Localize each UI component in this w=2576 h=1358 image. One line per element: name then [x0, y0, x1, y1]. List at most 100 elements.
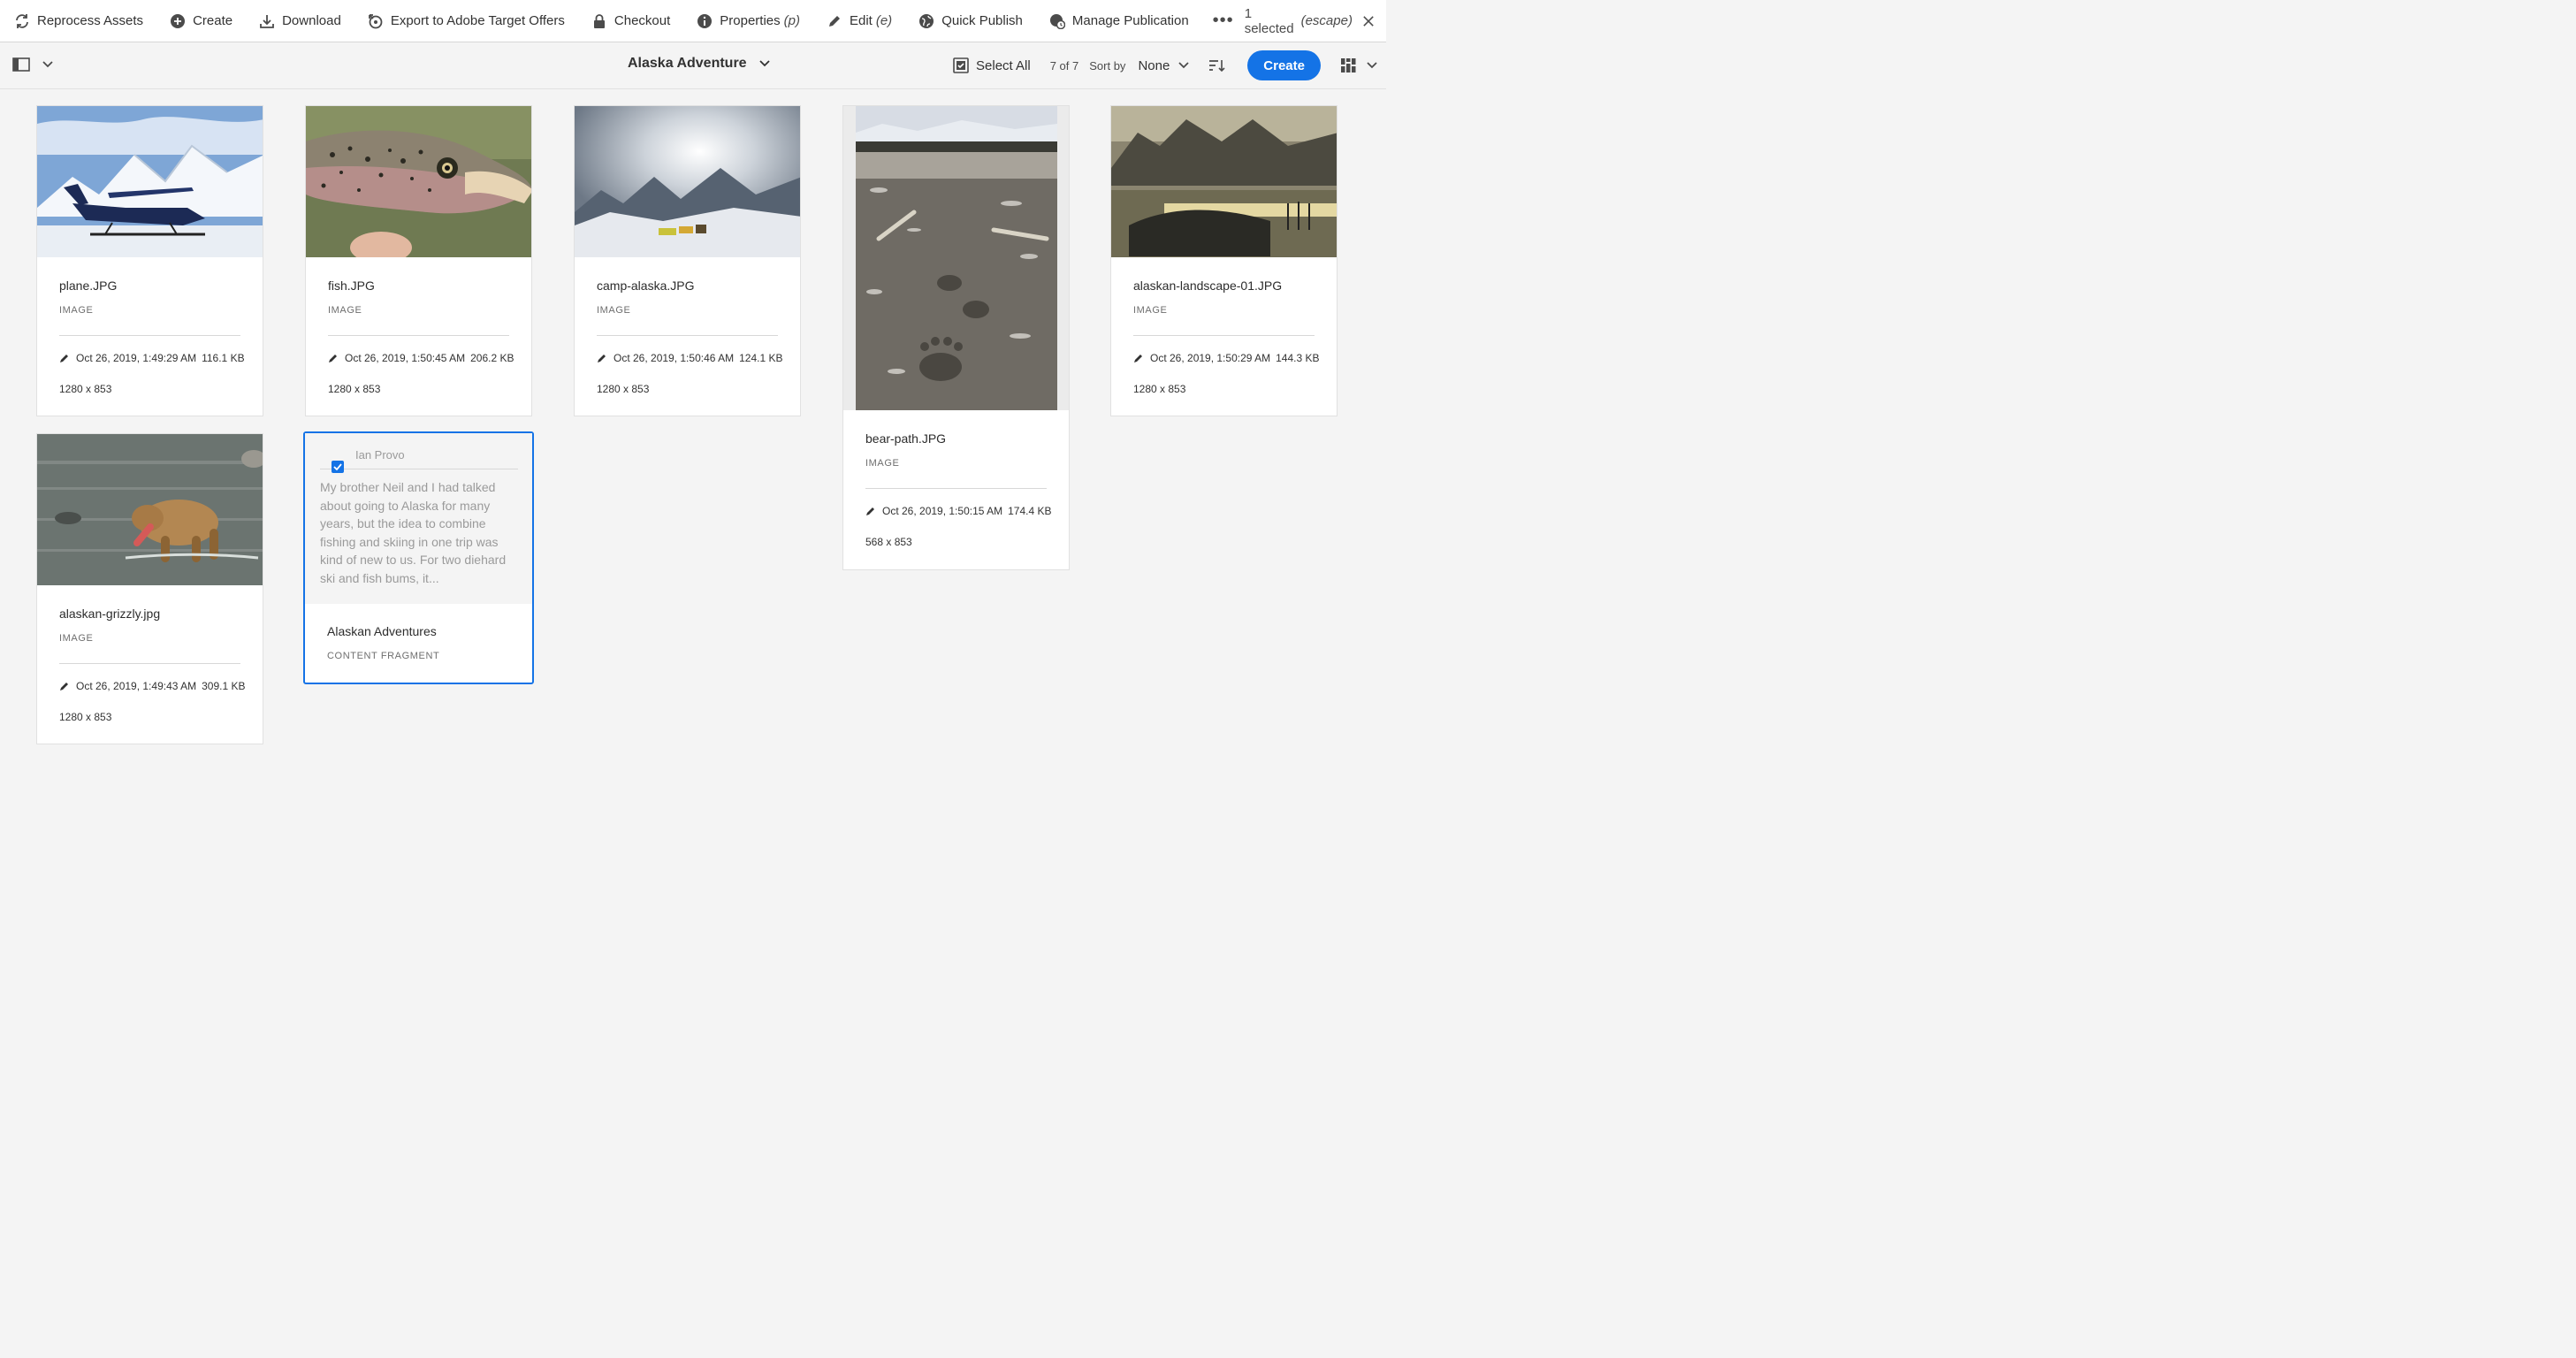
- asset-thumbnail: [37, 434, 263, 585]
- pencil-icon: [866, 507, 874, 515]
- fragment-name: Alaskan Adventures: [327, 624, 437, 638]
- quick-publish-button[interactable]: Quick Publish: [905, 0, 1036, 42]
- fish-image: [306, 106, 531, 257]
- fragment-type: CONTENT FRAGMENT: [327, 651, 440, 661]
- asset-type: IMAGE: [1133, 305, 1168, 316]
- download-icon: [260, 14, 274, 28]
- select-all-button[interactable]: Select All: [953, 57, 1031, 73]
- rail-toggle[interactable]: [12, 57, 53, 72]
- asset-meta: Oct 26, 2019, 1:50:45 AM 206.2 KB: [328, 352, 531, 364]
- download-button[interactable]: Download: [246, 0, 354, 42]
- fragment-preview-text: My brother Neil and I had talked about g…: [320, 480, 507, 585]
- create-action-label: Create: [193, 13, 233, 28]
- refresh-icon: [16, 13, 28, 28]
- asset-meta: Oct 26, 2019, 1:50:46 AM 124.1 KB: [597, 352, 800, 364]
- manage-publication-button[interactable]: Manage Publication: [1036, 0, 1202, 42]
- asset-meta: Oct 26, 2019, 1:49:29 AM 116.1 KB: [59, 352, 263, 364]
- divider: [597, 335, 778, 336]
- pencil-icon: [828, 15, 840, 27]
- fragment-preview-heading: Ian Provo: [320, 448, 518, 469]
- sort-direction-button[interactable]: [1208, 58, 1226, 72]
- asset-dimensions: 1280 x 853: [597, 383, 650, 395]
- divider: [865, 488, 1047, 489]
- item-count: 7 of 7: [1049, 58, 1079, 72]
- add-circle-icon: [171, 13, 186, 28]
- asset-info: alaskan-landscape-01.JPG IMAGE Oct 26, 2…: [1111, 278, 1337, 395]
- fragment-preview: Ian Provo My brother Neil and I had talk…: [305, 433, 532, 604]
- properties-button[interactable]: Properties (p): [683, 0, 813, 42]
- folder-title-label: Alaska Adventure: [628, 56, 747, 71]
- asset-name: camp-alaska.JPG: [597, 278, 695, 293]
- pencil-icon: [60, 355, 68, 362]
- asset-size: 309.1 KB: [202, 680, 246, 692]
- pencil-icon: [1134, 355, 1142, 362]
- asset-size: 206.2 KB: [470, 352, 514, 364]
- manage-publication-label: Manage Publication: [1071, 13, 1189, 28]
- export-target-offers-button[interactable]: Export to Adobe Target Offers: [354, 0, 578, 42]
- asset-card[interactable]: camp-alaska.JPG IMAGE Oct 26, 2019, 1:50…: [574, 105, 801, 416]
- asset-thumbnail: [1111, 106, 1337, 257]
- export-label: Export to Adobe Target Offers: [390, 13, 565, 28]
- create-button[interactable]: Create: [1247, 50, 1321, 80]
- info-icon: [697, 13, 713, 28]
- asset-name: plane.JPG: [59, 278, 118, 293]
- camp-image: [575, 106, 800, 257]
- asset-name: alaskan-grizzly.jpg: [59, 607, 161, 621]
- fragment-info: Alaskan Adventures CONTENT FRAGMENT: [305, 624, 532, 661]
- sort-value: None: [1138, 57, 1170, 73]
- divider: [328, 335, 509, 336]
- asset-type: IMAGE: [865, 458, 900, 469]
- edit-shortcut: (e): [875, 13, 893, 28]
- asset-type: IMAGE: [59, 305, 94, 316]
- scrollbar[interactable]: [1379, 89, 1386, 731]
- globe-clock-icon: [1049, 13, 1065, 29]
- checkout-button[interactable]: Checkout: [578, 0, 683, 42]
- select-all-label: Select All: [976, 57, 1031, 73]
- asset-size: 124.1 KB: [739, 352, 783, 364]
- asset-thumbnail: [843, 106, 1069, 410]
- folder-title[interactable]: Alaska Adventure: [628, 56, 770, 72]
- asset-info: alaskan-grizzly.jpg IMAGE Oct 26, 2019, …: [37, 607, 263, 723]
- selection-count: 1 selected: [1244, 5, 1294, 36]
- edit-button[interactable]: Edit (e): [813, 0, 905, 42]
- sort-select[interactable]: None: [1138, 58, 1189, 73]
- view-switcher[interactable]: [1340, 57, 1377, 73]
- divider: [59, 663, 240, 664]
- export-icon: [368, 13, 383, 28]
- asset-name: bear-path.JPG: [865, 431, 947, 446]
- asset-card[interactable]: alaskan-landscape-01.JPG IMAGE Oct 26, 2…: [1110, 105, 1338, 416]
- more-actions-icon[interactable]: •••: [1202, 11, 1245, 31]
- selection-info: 1 selected (escape): [1245, 6, 1386, 36]
- reprocess-assets-button[interactable]: Reprocess Assets: [0, 0, 156, 42]
- edit-label: Edit: [849, 13, 873, 28]
- create-action-button[interactable]: Create: [156, 0, 246, 42]
- asset-thumbnail: [37, 106, 263, 257]
- grizzly-image: [37, 434, 263, 585]
- chevron-down-icon: [1178, 62, 1189, 69]
- asset-dimensions: 1280 x 853: [328, 383, 381, 395]
- asset-type: IMAGE: [597, 305, 631, 316]
- bear-path-image: [843, 106, 1069, 410]
- properties-shortcut: (p): [783, 13, 800, 28]
- asset-dimensions: 568 x 853: [865, 536, 912, 548]
- properties-label: Properties: [720, 13, 781, 28]
- checkbox-checked-icon: [953, 57, 969, 73]
- landscape-image: [1111, 106, 1337, 257]
- asset-meta: Oct 26, 2019, 1:50:29 AM 144.3 KB: [1133, 352, 1337, 364]
- fragment-card[interactable]: Ian Provo My brother Neil and I had talk…: [303, 431, 534, 684]
- asset-dimensions: 1280 x 853: [59, 383, 112, 395]
- asset-card[interactable]: fish.JPG IMAGE Oct 26, 2019, 1:50:45 AM …: [305, 105, 532, 416]
- asset-modified: Oct 26, 2019, 1:49:29 AM: [76, 352, 197, 364]
- quick-publish-label: Quick Publish: [941, 13, 1023, 28]
- asset-card[interactable]: alaskan-grizzly.jpg IMAGE Oct 26, 2019, …: [36, 433, 263, 744]
- asset-dimensions: 1280 x 853: [1133, 383, 1186, 395]
- globe-icon: [919, 13, 934, 28]
- asset-card[interactable]: bear-path.JPG IMAGE Oct 26, 2019, 1:50:1…: [842, 105, 1070, 570]
- asset-card[interactable]: plane.JPG IMAGE Oct 26, 2019, 1:49:29 AM…: [36, 105, 263, 416]
- selection-checkbox[interactable]: [332, 461, 344, 473]
- download-label: Download: [282, 13, 341, 28]
- asset-info: plane.JPG IMAGE Oct 26, 2019, 1:49:29 AM…: [37, 278, 263, 395]
- asset-modified: Oct 26, 2019, 1:50:46 AM: [614, 352, 735, 364]
- action-bar: Reprocess Assets Create Download Export …: [0, 0, 1386, 42]
- close-icon[interactable]: [1363, 15, 1374, 27]
